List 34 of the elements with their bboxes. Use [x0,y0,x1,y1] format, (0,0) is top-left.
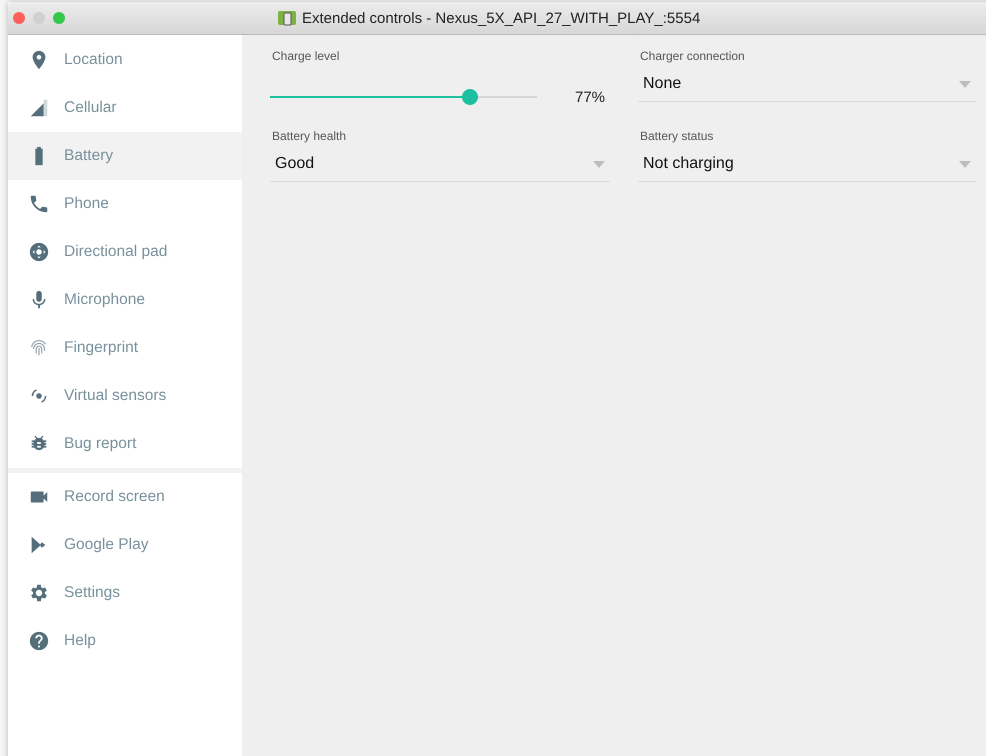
charge-reading: 77% [575,88,606,106]
dropdown[interactable]: None [638,67,976,102]
sidebar-item[interactable]: Cellular [8,84,242,132]
dpad-icon [28,241,50,263]
sidebar-item[interactable]: Record screen [8,473,242,521]
sidebar-item[interactable]: Microphone [8,276,242,324]
dropdown[interactable]: Not charging [638,147,976,182]
sidebar-item[interactable]: Battery [8,132,242,180]
sidebar-item[interactable]: Settings [8,569,242,617]
sidebar-item[interactable]: Directional pad [8,228,242,276]
sidebar-item[interactable]: Fingerprint [8,324,242,372]
caret-icon [959,160,971,168]
phone-icon [28,193,50,215]
sidebar-item[interactable]: Bug report [8,420,242,468]
field-label: Charger connection [639,49,746,65]
dropdown[interactable]: Good [270,147,610,182]
caret-icon [959,80,971,88]
close-button[interactable] [13,12,25,24]
sidebar-item[interactable]: Location [8,36,242,84]
field-label: Battery health [271,129,348,145]
sidebar-item[interactable]: Google Play [8,521,242,569]
help-icon [28,630,50,652]
charge-slider[interactable] [270,89,537,105]
zoom-button[interactable] [53,12,65,24]
field-label: Charge level [271,49,340,65]
signal-icon [28,97,50,119]
field-label: Battery status [639,129,714,145]
slider-thumb[interactable] [462,89,478,105]
app-icon [278,10,296,26]
window-title: Extended controls - Nexus_5X_API_27_WITH_PLAY_:5554 [302,10,700,26]
sidebar-item[interactable]: Virtual sensors [8,372,242,420]
caret-icon [593,160,605,168]
sidebar-item[interactable]: Phone [8,180,242,228]
sidebar-item[interactable]: Help [8,617,242,665]
